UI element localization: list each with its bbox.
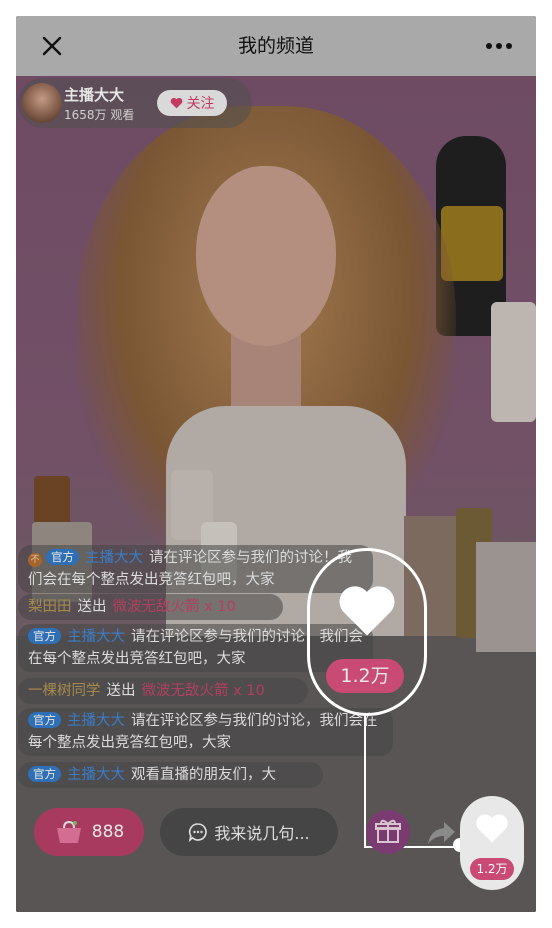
gift-icon — [375, 819, 401, 843]
gift-button[interactable] — [366, 810, 410, 854]
chat-action: 送出 — [77, 599, 107, 615]
like-count-small: 1.2万 — [470, 858, 514, 880]
like-count-badge: 1.2万 — [326, 659, 404, 693]
product-tube — [491, 302, 536, 422]
avatar[interactable] — [22, 83, 62, 123]
comment-input[interactable]: 我来说几句... — [160, 808, 338, 856]
chat-username[interactable]: 主播大大 — [85, 550, 143, 566]
header-bar: 我的频道 — [16, 16, 536, 76]
heart-icon — [339, 586, 395, 636]
chat-message: 一棵树同学 送出 微波无敌火箭 x 10 — [18, 678, 308, 704]
shopping-cart-button[interactable]: 888 — [34, 808, 144, 856]
chat-bubble-icon — [189, 823, 208, 842]
follow-label: 关注 — [186, 96, 215, 112]
chat-username[interactable]: 一棵树同学 — [28, 683, 101, 699]
share-icon[interactable] — [424, 816, 458, 850]
chat-gift: 微波无敌火箭 x 10 — [141, 683, 265, 699]
medal-icon: 不 — [28, 553, 42, 567]
shopping-bag-icon — [56, 820, 81, 843]
official-tag: 官方 — [28, 766, 61, 782]
page-title: 我的频道 — [237, 35, 314, 57]
chat-username[interactable]: 主播大大 — [67, 713, 125, 729]
official-tag: 官方 — [46, 549, 79, 565]
chat-username[interactable]: 主播大大 — [67, 629, 125, 645]
heart-icon — [476, 814, 508, 843]
product-box — [476, 542, 536, 652]
chat-message: 官方 主播大大 请在评论区参与我们的讨论，我们会在每个整点发出竞答红包吧，大家 — [18, 708, 393, 756]
chat-text: 观看直播的朋友们，大 — [131, 767, 276, 783]
chat-message: 梨田田 送出 微波无敌火箭 x 10 — [18, 594, 283, 620]
host-face — [196, 166, 336, 346]
more-horizontal-icon[interactable] — [484, 34, 514, 58]
chat-username[interactable]: 主播大大 — [67, 767, 125, 783]
cart-count: 888 — [91, 822, 125, 842]
host-view-count: 1658万 观看 — [64, 108, 135, 122]
chat-gift: 微波无敌火箭 x 10 — [112, 599, 236, 615]
chat-action: 送出 — [106, 683, 136, 699]
host-name: 主播大大 — [64, 86, 125, 104]
comment-placeholder: 我来说几句... — [214, 824, 310, 843]
chat-username[interactable]: 梨田田 — [28, 599, 72, 615]
follow-button[interactable]: 关注 — [157, 90, 227, 116]
official-tag: 官方 — [28, 712, 61, 728]
official-tag: 官方 — [28, 628, 61, 644]
heart-icon — [170, 97, 182, 109]
chat-message: 官方 主播大大 观看直播的朋友们，大 — [18, 762, 323, 788]
